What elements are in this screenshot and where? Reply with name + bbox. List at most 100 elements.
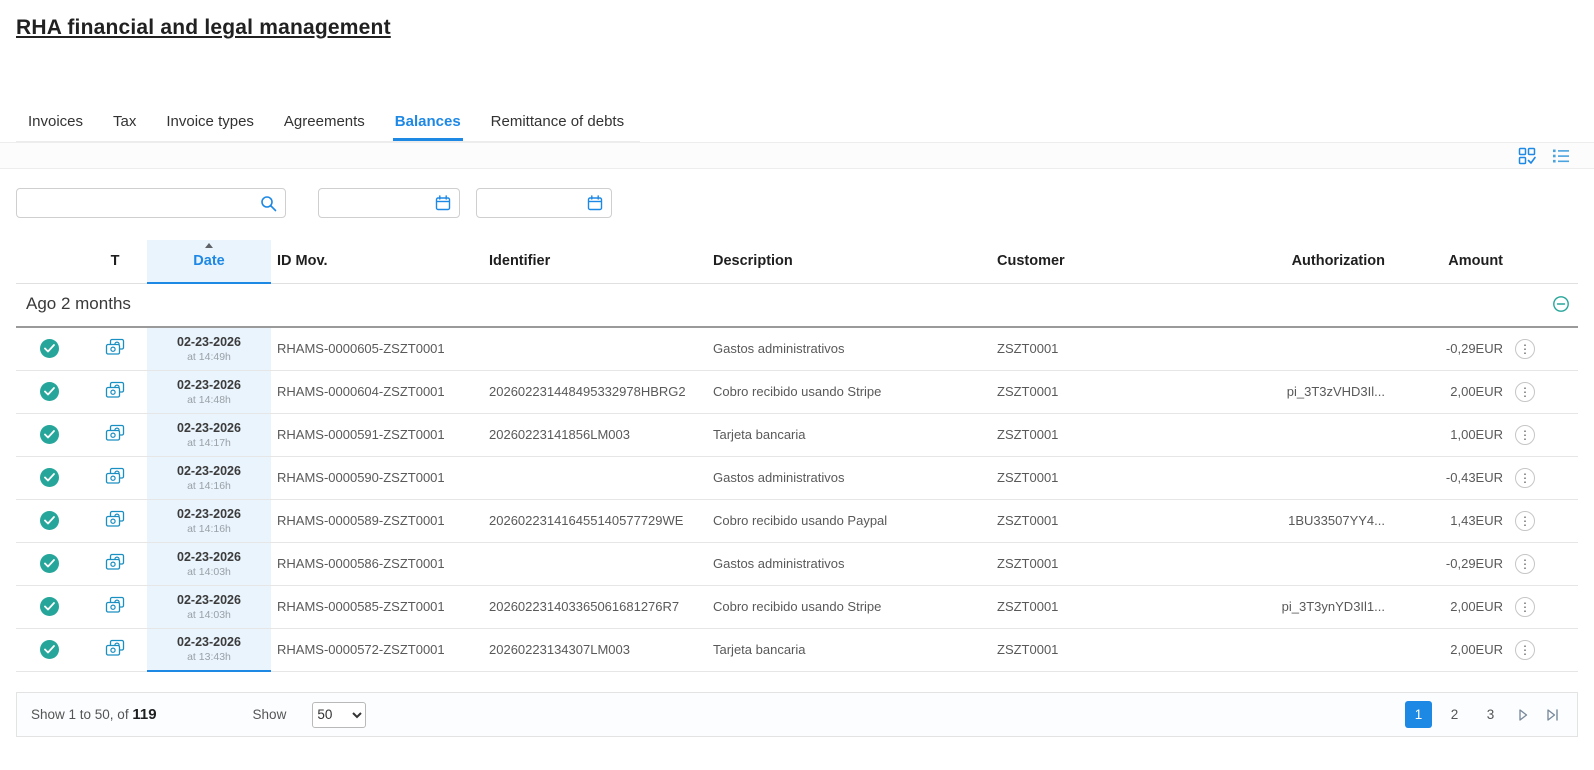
id-mov-cell: RHAMS-0000589-ZSZT0001 <box>271 499 483 542</box>
balance-movement-icon[interactable] <box>105 424 125 442</box>
column-authorization[interactable]: Authorization <box>1223 240 1391 283</box>
customer-cell: ZSZT0001 <box>991 327 1223 370</box>
group-row: Ago 2 months <box>16 283 1578 327</box>
description-cell: Tarjeta bancaria <box>707 628 991 671</box>
date-cell: 02-23-2026 at 14:03h <box>147 585 271 628</box>
date-value: 02-23-2026 <box>153 378 265 392</box>
tab-agreements[interactable]: Agreements <box>282 104 367 141</box>
search-field <box>16 188 286 218</box>
column-amount[interactable]: Amount <box>1391 240 1509 283</box>
collapse-group-icon[interactable] <box>1552 295 1570 313</box>
group-label: Ago 2 months <box>26 294 131 314</box>
kebab-menu-icon[interactable]: ⋮ <box>1515 597 1535 617</box>
description-cell: Cobro recibido usando Stripe <box>707 585 991 628</box>
search-icon[interactable] <box>260 195 277 212</box>
table-row[interactable]: 02-23-2026 at 14:17h RHAMS-0000591-ZSZT0… <box>16 413 1578 456</box>
table-row[interactable]: 02-23-2026 at 14:03h RHAMS-0000585-ZSZT0… <box>16 585 1578 628</box>
show-label: Show <box>253 707 287 722</box>
date-cell: 02-23-2026 at 14:48h <box>147 370 271 413</box>
table-row[interactable]: 02-23-2026 at 14:03h RHAMS-0000586-ZSZT0… <box>16 542 1578 585</box>
view-toolbar <box>0 142 1594 169</box>
balance-movement-icon[interactable] <box>105 381 125 399</box>
id-mov-cell: RHAMS-0000590-ZSZT0001 <box>271 456 483 499</box>
kebab-menu-icon[interactable]: ⋮ <box>1515 468 1535 488</box>
customer-cell: ZSZT0001 <box>991 499 1223 542</box>
kebab-menu-icon[interactable]: ⋮ <box>1515 511 1535 531</box>
calendar-icon[interactable] <box>435 195 451 211</box>
tab-balances[interactable]: Balances <box>393 104 463 141</box>
search-input[interactable] <box>17 189 285 217</box>
kebab-menu-icon[interactable]: ⋮ <box>1515 554 1535 574</box>
check-circle-icon <box>40 339 59 358</box>
table-row[interactable]: 02-23-2026 at 14:48h RHAMS-0000604-ZSZT0… <box>16 370 1578 413</box>
balances-table: T Date ID Mov. Identifier Description Cu… <box>16 240 1578 672</box>
balance-movement-icon[interactable] <box>105 510 125 528</box>
date-cell: 02-23-2026 at 13:43h <box>147 628 271 671</box>
customer-cell: ZSZT0001 <box>991 413 1223 456</box>
kebab-menu-icon[interactable]: ⋮ <box>1515 382 1535 402</box>
table-row[interactable]: 02-23-2026 at 14:16h RHAMS-0000590-ZSZT0… <box>16 456 1578 499</box>
page-button-1[interactable]: 1 <box>1405 701 1432 728</box>
check-circle-icon <box>40 640 59 659</box>
column-date[interactable]: Date <box>147 240 271 283</box>
date-cell: 02-23-2026 at 14:16h <box>147 456 271 499</box>
date-value: 02-23-2026 <box>153 550 265 564</box>
balance-movement-icon[interactable] <box>105 596 125 614</box>
column-id-mov[interactable]: ID Mov. <box>271 240 483 283</box>
time-value: at 14:03h <box>153 609 265 621</box>
check-circle-icon <box>40 554 59 573</box>
column-identifier[interactable]: Identifier <box>483 240 707 283</box>
column-type[interactable]: T <box>83 240 147 283</box>
next-page-icon[interactable] <box>1513 705 1533 725</box>
amount-cell: -0,43EUR <box>1391 456 1509 499</box>
check-circle-icon <box>40 511 59 530</box>
customer-cell: ZSZT0001 <box>991 456 1223 499</box>
tab-invoices[interactable]: Invoices <box>26 104 85 141</box>
table-row[interactable]: 02-23-2026 at 14:16h RHAMS-0000589-ZSZT0… <box>16 499 1578 542</box>
customer-cell: ZSZT0001 <box>991 542 1223 585</box>
last-page-icon[interactable] <box>1542 705 1563 725</box>
tab-remittance-of-debts[interactable]: Remittance of debts <box>489 104 626 141</box>
tab-invoice-types[interactable]: Invoice types <box>164 104 256 141</box>
identifier-cell <box>483 456 707 499</box>
time-value: at 14:48h <box>153 394 265 406</box>
balance-movement-icon[interactable] <box>105 338 125 356</box>
table-row[interactable]: 02-23-2026 at 13:43h RHAMS-0000572-ZSZT0… <box>16 628 1578 671</box>
sort-asc-icon <box>205 243 213 248</box>
authorization-cell <box>1223 413 1391 456</box>
tab-bar: Invoices Tax Invoice types Agreements Ba… <box>16 104 640 142</box>
time-value: at 14:16h <box>153 480 265 492</box>
check-circle-icon <box>40 597 59 616</box>
kebab-menu-icon[interactable]: ⋮ <box>1515 339 1535 359</box>
calendar-icon[interactable] <box>587 195 603 211</box>
identifier-cell: 20260223134307LM003 <box>483 628 707 671</box>
column-status <box>16 240 83 283</box>
amount-cell: 1,43EUR <box>1391 499 1509 542</box>
list-view-icon[interactable] <box>1552 148 1570 164</box>
description-cell: Gastos administrativos <box>707 542 991 585</box>
customer-cell: ZSZT0001 <box>991 370 1223 413</box>
date-cell: 02-23-2026 at 14:49h <box>147 327 271 370</box>
kebab-menu-icon[interactable]: ⋮ <box>1515 640 1535 660</box>
time-value: at 14:03h <box>153 566 265 578</box>
identifier-cell <box>483 327 707 370</box>
balance-movement-icon[interactable] <box>105 553 125 571</box>
time-value: at 14:16h <box>153 523 265 535</box>
balance-movement-icon[interactable] <box>105 639 125 657</box>
grid-check-icon[interactable] <box>1518 147 1536 165</box>
time-value: at 14:17h <box>153 437 265 449</box>
customer-cell: ZSZT0001 <box>991 628 1223 671</box>
tab-tax[interactable]: Tax <box>111 104 138 141</box>
balance-movement-icon[interactable] <box>105 467 125 485</box>
column-customer[interactable]: Customer <box>991 240 1223 283</box>
page-button-3[interactable]: 3 <box>1477 701 1504 728</box>
date-value: 02-23-2026 <box>153 593 265 607</box>
page-size-select[interactable]: 50 <box>312 702 366 728</box>
column-description[interactable]: Description <box>707 240 991 283</box>
table-row[interactable]: 02-23-2026 at 14:49h RHAMS-0000605-ZSZT0… <box>16 327 1578 370</box>
time-value: at 14:49h <box>153 351 265 363</box>
id-mov-cell: RHAMS-0000605-ZSZT0001 <box>271 327 483 370</box>
page: RHA financial and legal management Invoi… <box>0 16 1594 737</box>
kebab-menu-icon[interactable]: ⋮ <box>1515 425 1535 445</box>
page-button-2[interactable]: 2 <box>1441 701 1468 728</box>
